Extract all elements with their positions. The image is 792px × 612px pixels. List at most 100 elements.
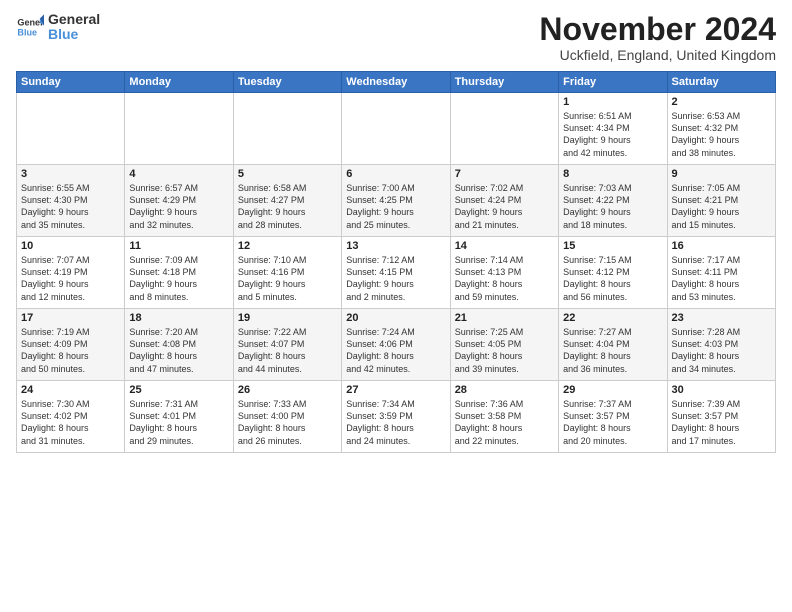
day-info: Sunrise: 7:07 AM Sunset: 4:19 PM Dayligh…: [21, 254, 120, 303]
day-info: Sunrise: 7:19 AM Sunset: 4:09 PM Dayligh…: [21, 326, 120, 375]
col-wednesday: Wednesday: [342, 72, 450, 93]
day-cell: 29 Sunrise: 7:37 AM Sunset: 3:57 PM Dayli…: [559, 381, 667, 453]
day-info: Sunrise: 7:36 AM Sunset: 3:58 PM Dayligh…: [455, 398, 554, 447]
header-row: Sunday Monday Tuesday Wednesday Thursday…: [17, 72, 776, 93]
day-cell: 30 Sunrise: 7:39 AM Sunset: 3:57 PM Dayli…: [667, 381, 775, 453]
day-info: Sunrise: 7:12 AM Sunset: 4:15 PM Dayligh…: [346, 254, 445, 303]
day-number: 1: [563, 96, 662, 108]
day-number: 20: [346, 312, 445, 324]
day-number: 11: [129, 240, 228, 252]
day-info: Sunrise: 7:05 AM Sunset: 4:21 PM Dayligh…: [672, 182, 771, 231]
day-cell: 15Sunrise: 7:15 AM Sunset: 4:12 PM Dayli…: [559, 237, 667, 309]
day-cell: 22 Sunrise: 7:27 AM Sunset: 4:04 PM Dayli…: [559, 309, 667, 381]
day-cell: 3 Sunrise: 6:55 AM Sunset: 4:30 PM Daylig…: [17, 165, 125, 237]
header: General Blue General Blue November 2024 …: [16, 12, 776, 63]
day-number: 28: [455, 384, 554, 396]
day-number: 16: [672, 240, 771, 252]
day-cell: 17 Sunrise: 7:19 AM Sunset: 4:09 PM Dayli…: [17, 309, 125, 381]
day-info: Sunrise: 7:02 AM Sunset: 4:24 PM Dayligh…: [455, 182, 554, 231]
day-cell: 27 Sunrise: 7:34 AM Sunset: 3:59 PM Dayli…: [342, 381, 450, 453]
day-number: 19: [238, 312, 337, 324]
day-cell: 1 Sunrise: 6:51 AM Sunset: 4:34 PM Daylig…: [559, 93, 667, 165]
col-tuesday: Tuesday: [233, 72, 341, 93]
calendar-table: Sunday Monday Tuesday Wednesday Thursday…: [16, 71, 776, 453]
day-info: Sunrise: 7:03 AM Sunset: 4:22 PM Dayligh…: [563, 182, 662, 231]
col-saturday: Saturday: [667, 72, 775, 93]
day-cell: 21Sunrise: 7:25 AM Sunset: 4:05 PM Dayli…: [450, 309, 558, 381]
day-cell: [342, 93, 450, 165]
day-info: Sunrise: 6:53 AM Sunset: 4:32 PM Dayligh…: [672, 110, 771, 159]
day-cell: 13 Sunrise: 7:12 AM Sunset: 4:15 PM Dayli…: [342, 237, 450, 309]
day-cell: 23Sunrise: 7:28 AM Sunset: 4:03 PM Dayli…: [667, 309, 775, 381]
day-number: 22: [563, 312, 662, 324]
day-number: 8: [563, 168, 662, 180]
day-info: Sunrise: 7:37 AM Sunset: 3:57 PM Dayligh…: [563, 398, 662, 447]
day-info: Sunrise: 7:10 AM Sunset: 4:16 PM Dayligh…: [238, 254, 337, 303]
day-info: Sunrise: 7:24 AM Sunset: 4:06 PM Dayligh…: [346, 326, 445, 375]
day-cell: 5Sunrise: 6:58 AM Sunset: 4:27 PM Daylig…: [233, 165, 341, 237]
day-number: 30: [672, 384, 771, 396]
day-number: 25: [129, 384, 228, 396]
day-number: 18: [129, 312, 228, 324]
day-cell: 2Sunrise: 6:53 AM Sunset: 4:32 PM Daylig…: [667, 93, 775, 165]
day-info: Sunrise: 7:34 AM Sunset: 3:59 PM Dayligh…: [346, 398, 445, 447]
day-cell: 26Sunrise: 7:33 AM Sunset: 4:00 PM Dayli…: [233, 381, 341, 453]
col-sunday: Sunday: [17, 72, 125, 93]
page: General Blue General Blue November 2024 …: [0, 0, 792, 612]
col-thursday: Thursday: [450, 72, 558, 93]
day-cell: 18Sunrise: 7:20 AM Sunset: 4:08 PM Dayli…: [125, 309, 233, 381]
day-number: 13: [346, 240, 445, 252]
day-number: 27: [346, 384, 445, 396]
day-number: 4: [129, 168, 228, 180]
day-cell: 10Sunrise: 7:07 AM Sunset: 4:19 PM Dayli…: [17, 237, 125, 309]
week-row-2: 3 Sunrise: 6:55 AM Sunset: 4:30 PM Daylig…: [17, 165, 776, 237]
day-cell: 25 Sunrise: 7:31 AM Sunset: 4:01 PM Dayli…: [125, 381, 233, 453]
day-info: Sunrise: 7:39 AM Sunset: 3:57 PM Dayligh…: [672, 398, 771, 447]
day-number: 26: [238, 384, 337, 396]
day-cell: 28 Sunrise: 7:36 AM Sunset: 3:58 PM Dayli…: [450, 381, 558, 453]
day-number: 12: [238, 240, 337, 252]
logo-icon: General Blue: [16, 13, 44, 41]
col-friday: Friday: [559, 72, 667, 93]
day-cell: 11Sunrise: 7:09 AM Sunset: 4:18 PM Dayli…: [125, 237, 233, 309]
main-title: November 2024: [539, 12, 776, 47]
day-cell: 19Sunrise: 7:22 AM Sunset: 4:07 PM Dayli…: [233, 309, 341, 381]
week-row-3: 10Sunrise: 7:07 AM Sunset: 4:19 PM Dayli…: [17, 237, 776, 309]
day-number: 29: [563, 384, 662, 396]
day-number: 23: [672, 312, 771, 324]
day-cell: 20 Sunrise: 7:24 AM Sunset: 4:06 PM Dayli…: [342, 309, 450, 381]
day-number: 17: [21, 312, 120, 324]
day-cell: 9 Sunrise: 7:05 AM Sunset: 4:21 PM Daylig…: [667, 165, 775, 237]
day-info: Sunrise: 7:30 AM Sunset: 4:02 PM Dayligh…: [21, 398, 120, 447]
day-info: Sunrise: 7:17 AM Sunset: 4:11 PM Dayligh…: [672, 254, 771, 303]
day-info: Sunrise: 7:27 AM Sunset: 4:04 PM Dayligh…: [563, 326, 662, 375]
day-number: 14: [455, 240, 554, 252]
day-number: 9: [672, 168, 771, 180]
day-cell: [125, 93, 233, 165]
day-cell: 14 Sunrise: 7:14 AM Sunset: 4:13 PM Dayli…: [450, 237, 558, 309]
day-info: Sunrise: 6:51 AM Sunset: 4:34 PM Dayligh…: [563, 110, 662, 159]
week-row-5: 24 Sunrise: 7:30 AM Sunset: 4:02 PM Dayli…: [17, 381, 776, 453]
logo-blue: Blue: [48, 27, 100, 42]
day-cell: 24 Sunrise: 7:30 AM Sunset: 4:02 PM Dayli…: [17, 381, 125, 453]
day-info: Sunrise: 6:55 AM Sunset: 4:30 PM Dayligh…: [21, 182, 120, 231]
day-info: Sunrise: 7:14 AM Sunset: 4:13 PM Dayligh…: [455, 254, 554, 303]
day-cell: [450, 93, 558, 165]
logo-general: General: [48, 12, 100, 27]
day-number: 3: [21, 168, 120, 180]
svg-text:Blue: Blue: [17, 28, 37, 38]
day-number: 21: [455, 312, 554, 324]
day-cell: 16 Sunrise: 7:17 AM Sunset: 4:11 PM Dayli…: [667, 237, 775, 309]
day-info: Sunrise: 7:31 AM Sunset: 4:01 PM Dayligh…: [129, 398, 228, 447]
day-cell: 6Sunrise: 7:00 AM Sunset: 4:25 PM Daylig…: [342, 165, 450, 237]
day-number: 5: [238, 168, 337, 180]
col-monday: Monday: [125, 72, 233, 93]
day-info: Sunrise: 7:15 AM Sunset: 4:12 PM Dayligh…: [563, 254, 662, 303]
day-cell: 7Sunrise: 7:02 AM Sunset: 4:24 PM Daylig…: [450, 165, 558, 237]
logo: General Blue General Blue: [16, 12, 100, 43]
day-info: Sunrise: 6:57 AM Sunset: 4:29 PM Dayligh…: [129, 182, 228, 231]
title-block: November 2024 Uckfield, England, United …: [539, 12, 776, 63]
day-info: Sunrise: 7:00 AM Sunset: 4:25 PM Dayligh…: [346, 182, 445, 231]
day-cell: [233, 93, 341, 165]
day-number: 24: [21, 384, 120, 396]
